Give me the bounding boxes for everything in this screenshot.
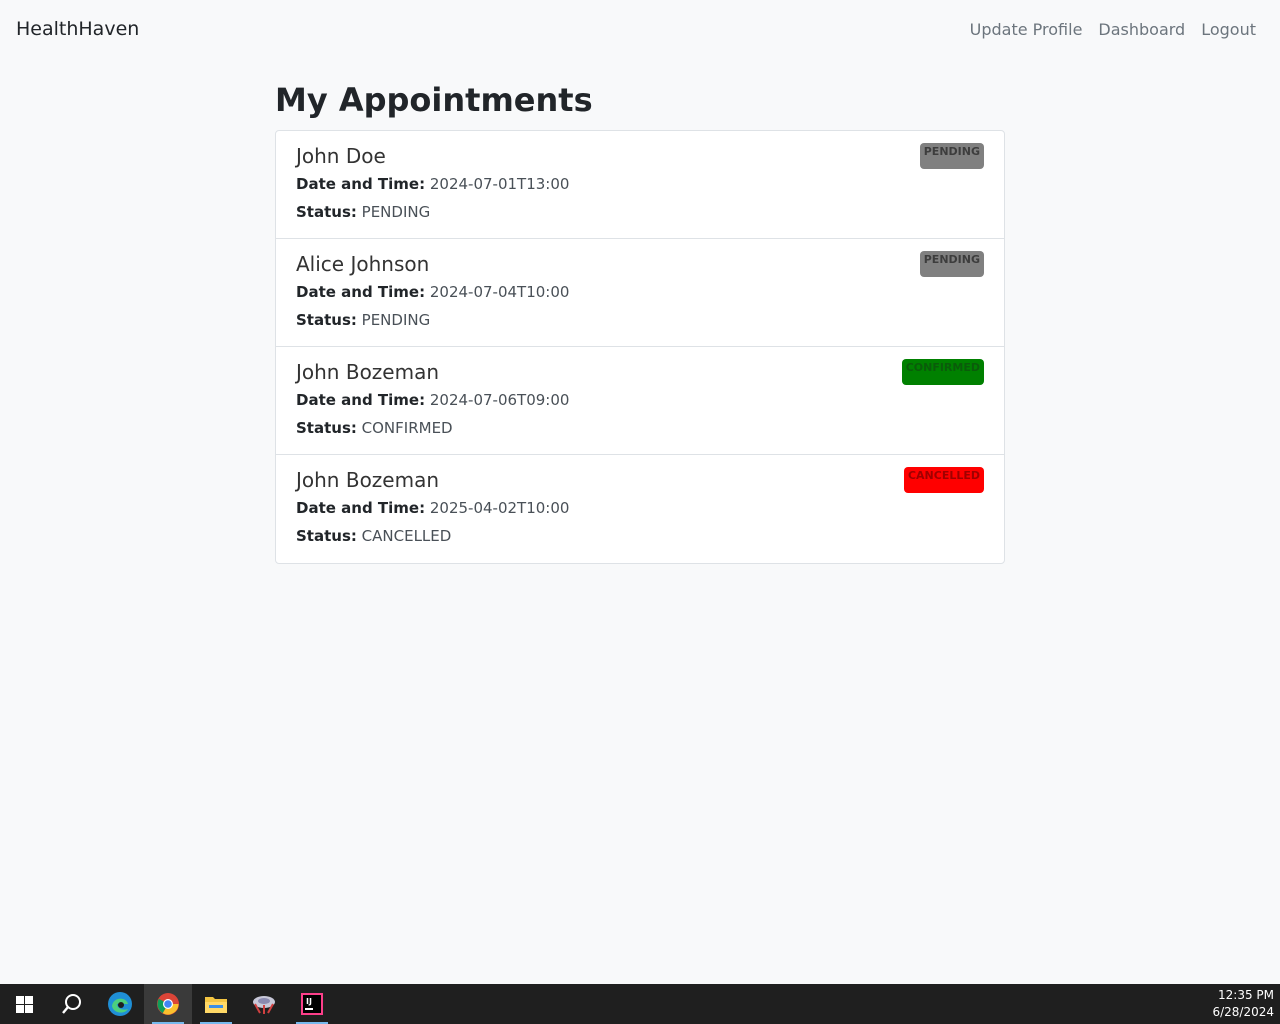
status-line: Status: PENDING [296, 199, 984, 225]
status-label: Status: [296, 419, 357, 437]
datetime-value: 2024-07-06T09:00 [429, 391, 570, 409]
status-value: PENDING [361, 311, 431, 329]
status-label: Status: [296, 311, 357, 329]
system-clock[interactable]: 12:35 PM 6/28/2024 [1212, 987, 1280, 1021]
app-icon[interactable] [240, 984, 288, 1024]
intellij-icon[interactable]: IJ [288, 984, 336, 1024]
appointment-item: Alice Johnson Date and Time: 2024-07-04T… [276, 239, 1004, 347]
status-value: PENDING [361, 203, 431, 221]
update-profile-link[interactable]: Update Profile [970, 20, 1083, 39]
datetime-value: 2025-04-02T10:00 [429, 499, 570, 517]
datetime-value: 2024-07-01T13:00 [429, 175, 570, 193]
status-badge: CANCELLED [903, 467, 984, 493]
datetime-label: Date and Time: [296, 391, 426, 409]
logout-link[interactable]: Logout [1201, 20, 1256, 39]
page-title: My Appointments [275, 81, 593, 119]
datetime-label: Date and Time: [296, 499, 426, 517]
taskbar: IJ 12:35 PM 6/28/2024 [0, 984, 1280, 1024]
status-line: Status: CANCELLED [296, 523, 984, 549]
datetime-label: Date and Time: [296, 175, 426, 193]
status-value: CONFIRMED [361, 419, 453, 437]
datetime-value: 2024-07-04T10:00 [429, 283, 570, 301]
datetime-line: Date and Time: 2025-04-02T10:00 [296, 495, 984, 521]
appointment-item: John Bozeman Date and Time: 2024-07-06T0… [276, 347, 1004, 455]
dashboard-link[interactable]: Dashboard [1098, 20, 1185, 39]
status-badge: PENDING [919, 143, 984, 169]
datetime-line: Date and Time: 2024-07-01T13:00 [296, 171, 984, 197]
status-label: Status: [296, 527, 357, 545]
status-value: CANCELLED [361, 527, 452, 545]
datetime-label: Date and Time: [296, 283, 426, 301]
patient-name: John Doe [296, 144, 386, 168]
status-line: Status: CONFIRMED [296, 415, 984, 441]
windows-start-icon[interactable] [0, 984, 48, 1024]
patient-name: John Bozeman [296, 360, 440, 384]
clock-date: 6/28/2024 [1212, 1005, 1274, 1019]
file-explorer-icon[interactable] [192, 984, 240, 1024]
status-badge: PENDING [919, 251, 984, 277]
appointment-item: John Doe Date and Time: 2024-07-01T13:00… [276, 131, 1004, 239]
nav-links: Update Profile Dashboard Logout [970, 20, 1264, 39]
status-badge: CONFIRMED [901, 359, 984, 385]
top-navbar: HealthHaven Update Profile Dashboard Log… [0, 0, 1280, 58]
brand-link[interactable]: HealthHaven [16, 18, 139, 40]
status-label: Status: [296, 203, 357, 221]
status-line: Status: PENDING [296, 307, 984, 333]
main-container: My Appointments John Doe Date and Time: … [275, 78, 1005, 564]
patient-name: Alice Johnson [296, 252, 430, 276]
search-icon[interactable] [48, 984, 96, 1024]
chrome-icon[interactable] [144, 984, 192, 1024]
edge-icon[interactable] [96, 984, 144, 1024]
svg-text:IJ: IJ [306, 997, 312, 1006]
clock-time: 12:35 PM [1218, 988, 1274, 1002]
appointment-item: John Bozeman Date and Time: 2025-04-02T1… [276, 455, 1004, 563]
datetime-line: Date and Time: 2024-07-06T09:00 [296, 387, 984, 413]
patient-name: John Bozeman [296, 468, 440, 492]
datetime-line: Date and Time: 2024-07-04T10:00 [296, 279, 984, 305]
appointments-list: John Doe Date and Time: 2024-07-01T13:00… [275, 130, 1005, 564]
